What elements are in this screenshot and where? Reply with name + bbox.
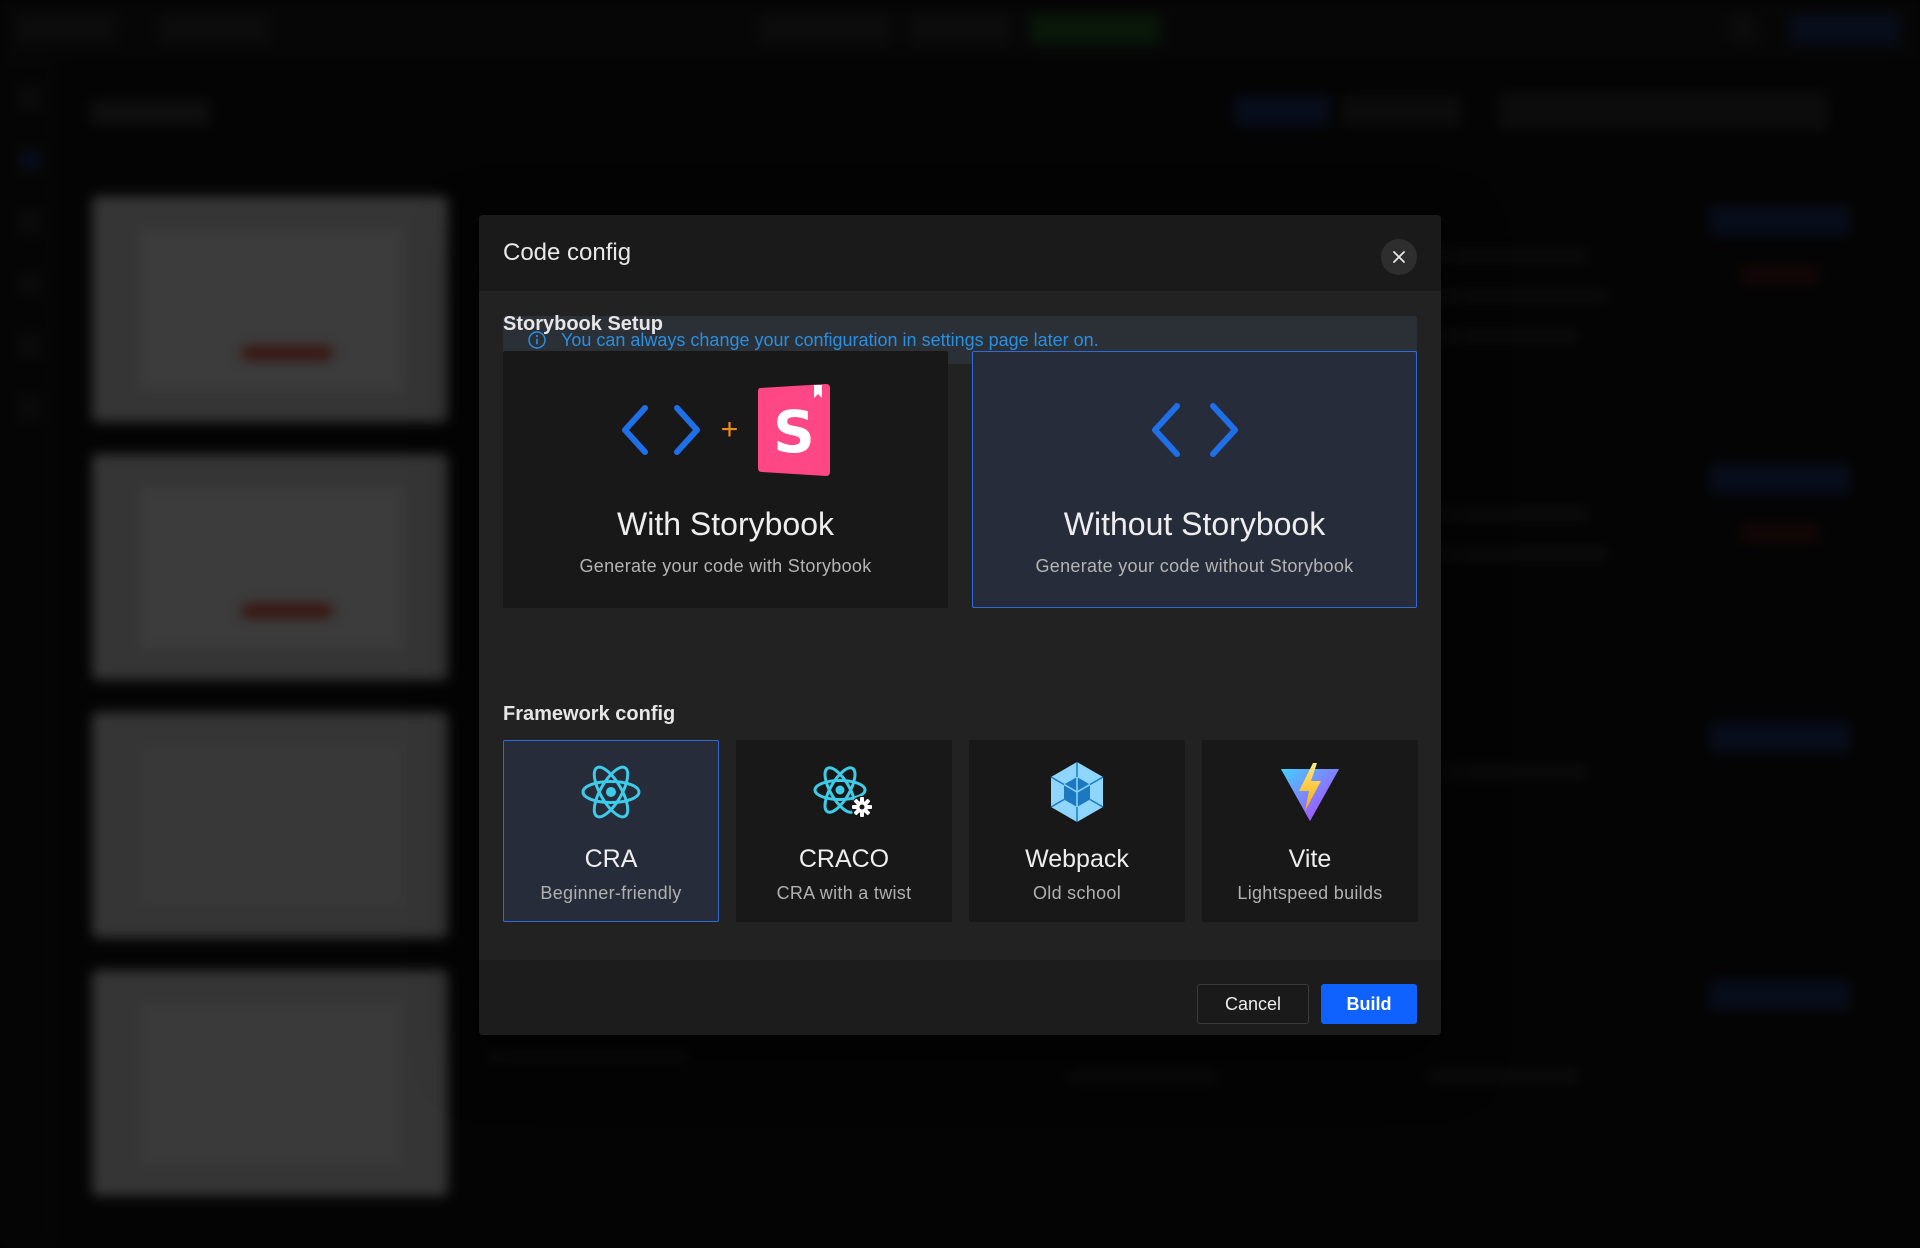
- close-button[interactable]: [1381, 239, 1417, 275]
- with-storybook-subtitle: Generate your code with Storybook: [579, 556, 872, 576]
- framework-subtitle: CRA with a twist: [776, 883, 912, 903]
- framework-title: Vite: [1288, 845, 1332, 873]
- framework-subtitle: Lightspeed builds: [1237, 883, 1383, 903]
- react-gear-icon: [813, 766, 873, 818]
- svg-text:S: S: [773, 398, 815, 466]
- plus-sign: +: [720, 413, 739, 446]
- webpack-icon: [1050, 762, 1104, 822]
- code-config-modal: Code config You can always change your c…: [479, 215, 1441, 1035]
- build-button[interactable]: Build: [1321, 984, 1417, 1024]
- framework-subtitle: Old school: [1032, 883, 1122, 903]
- without-storybook-subtitle: Generate your code without Storybook: [1035, 556, 1354, 576]
- modal-header: Code config: [479, 215, 1441, 292]
- without-storybook-option[interactable]: Without Storybook Generate your code wit…: [972, 351, 1417, 608]
- code-brackets-icon: [1151, 403, 1238, 457]
- framework-option-cra[interactable]: CRA Beginner-friendly: [503, 740, 719, 922]
- modal-title: Code config: [503, 239, 632, 266]
- framework-option-webpack[interactable]: Webpack Old school: [969, 740, 1185, 922]
- with-storybook-option[interactable]: + S With Storybook Generate your code wi…: [503, 351, 948, 608]
- framework-title: CRACO: [798, 845, 890, 873]
- close-icon: [1393, 251, 1405, 263]
- with-storybook-title: With Storybook: [617, 506, 834, 542]
- storybook-section-label: Storybook Setup: [503, 313, 664, 335]
- vite-icon: [1281, 763, 1339, 821]
- code-brackets-icon: [621, 405, 700, 455]
- framework-subtitle: Beginner-friendly: [540, 883, 682, 903]
- framework-option-craco[interactable]: CRACO CRA with a twist: [736, 740, 952, 922]
- framework-title: CRA: [584, 845, 638, 873]
- storybook-logo-icon: S: [758, 384, 831, 476]
- framework-option-vite[interactable]: Vite Lightspeed builds: [1202, 740, 1418, 922]
- framework-title: Webpack: [1025, 845, 1129, 873]
- react-icon: [581, 765, 641, 819]
- framework-section-label: Framework config: [503, 703, 676, 725]
- cancel-button[interactable]: Cancel: [1197, 984, 1309, 1024]
- without-storybook-title: Without Storybook: [1063, 506, 1326, 542]
- modal-footer: Cancel Build: [479, 960, 1441, 1035]
